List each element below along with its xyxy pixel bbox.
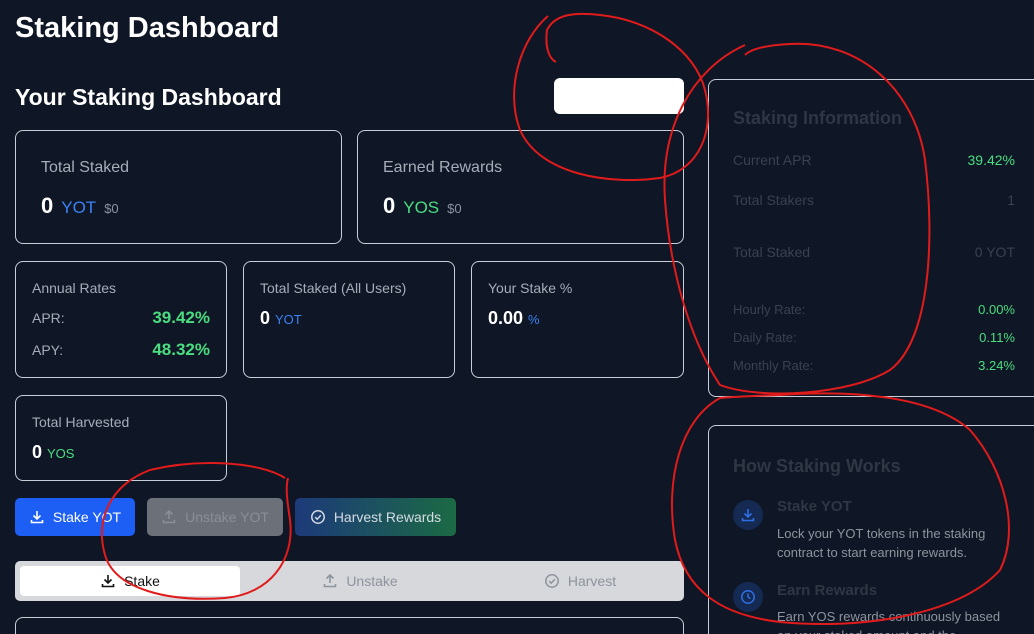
tab-content-panel — [15, 617, 684, 634]
staking-info-title: Staking Information — [733, 108, 903, 128]
total-staked-card: Total Staked 0 YOT $0 — [15, 130, 342, 244]
annual-rates-card: Annual Rates APR: 39.42% APY: 48.32% — [15, 261, 227, 378]
total-stakers-label: Total Stakers — [733, 192, 814, 208]
side-total-staked-value: 0 YOT — [974, 244, 1015, 260]
earned-rewards-label: Earned Rewards — [383, 159, 503, 176]
monthly-rate-row: Monthly Rate: 3.24% — [733, 358, 1015, 373]
current-apr-row: Current APR 39.42% — [733, 152, 1015, 168]
current-apr-label: Current APR — [733, 152, 812, 168]
your-stake-pct-unit: % — [528, 312, 540, 327]
total-stakers-row: Total Stakers 1 — [733, 192, 1015, 208]
unstake-yot-button[interactable]: Unstake YOT — [147, 498, 283, 536]
total-staked-all-card: Total Staked (All Users) 0 YOT — [243, 261, 455, 378]
tab-stake[interactable]: Stake — [20, 566, 240, 596]
stake-yot-button[interactable]: Stake YOT — [15, 498, 135, 536]
harvest-rewards-button[interactable]: Harvest Rewards — [295, 498, 456, 536]
total-harvested-value: 0 — [32, 442, 43, 462]
earned-rewards-value: 0 — [383, 193, 396, 218]
tab-unstake[interactable]: Unstake — [250, 566, 470, 596]
app-title: Staking Dashboard — [15, 12, 280, 44]
step-stake-icon-wrap — [733, 500, 763, 530]
total-stakers-value: 1 — [1007, 192, 1015, 208]
how-it-works-title: How Staking Works — [733, 456, 901, 476]
your-stake-pct-label: Your Stake % — [488, 280, 573, 296]
daily-rate-value: 0.11% — [979, 330, 1015, 345]
your-stake-pct-value: 0.00 — [488, 308, 524, 328]
upload-icon — [324, 573, 337, 588]
section-title: Your Staking Dashboard — [15, 84, 282, 110]
total-harvested-card: Total Harvested 0 YOS — [15, 395, 227, 481]
step-earn-icon-wrap — [733, 582, 763, 612]
monthly-rate-label: Monthly Rate: — [733, 358, 814, 373]
annual-rates-label: Annual Rates — [32, 280, 117, 296]
staking-info-card: Staking Information Current APR 39.42% T… — [708, 79, 1034, 397]
tab-harvest[interactable]: Harvest — [470, 566, 690, 596]
how-it-works-card: How Staking Works Stake YOT Lock your YO… — [708, 425, 1034, 634]
total-staked-all-value: 0 — [260, 308, 271, 328]
apy-label: APY: — [32, 342, 64, 358]
total-harvested-unit: YOS — [47, 446, 75, 461]
earned-rewards-unit: YOS — [403, 198, 440, 217]
harvest-rewards-label: Harvest Rewards — [333, 509, 442, 525]
step-earn-desc: Earn YOS rewards continuously based on y… — [777, 609, 1001, 634]
tab-unstake-label: Unstake — [346, 573, 398, 589]
earned-rewards-card: Earned Rewards 0 YOS $0 — [357, 130, 684, 244]
total-staked-usd: $0 — [104, 201, 119, 216]
step-stake-desc: Lock your YOT tokens in the staking cont… — [777, 526, 986, 560]
upload-icon — [162, 509, 176, 524]
apr-value: 39.42% — [152, 308, 210, 327]
total-harvested-label: Total Harvested — [32, 414, 130, 430]
unstake-yot-label: Unstake YOT — [185, 509, 269, 525]
apy-value: 48.32% — [152, 340, 210, 359]
total-staked-all-label: Total Staked (All Users) — [260, 280, 407, 296]
total-staked-label: Total Staked — [41, 159, 130, 176]
your-stake-pct-card: Your Stake % 0.00 % — [471, 261, 684, 378]
stake-yot-label: Stake YOT — [52, 509, 122, 525]
total-staked-all-unit: YOT — [275, 312, 302, 327]
download-icon — [30, 511, 44, 524]
daily-rate-label: Daily Rate: — [733, 330, 797, 345]
side-total-staked-label: Total Staked — [733, 244, 811, 260]
action-tabs: Stake Unstake Harvest — [15, 561, 684, 601]
total-staked-unit: YOT — [61, 198, 97, 217]
hourly-rate-row: Hourly Rate: 0.00% — [733, 302, 1015, 317]
tab-stake-label: Stake — [124, 573, 160, 589]
total-staked-row: Total Staked 0 YOT — [733, 244, 1015, 260]
blank-white-box[interactable] — [554, 78, 684, 114]
step-earn-title: Earn Rewards — [777, 582, 878, 599]
hourly-rate-value: 0.00% — [978, 302, 1015, 317]
monthly-rate-value: 3.24% — [978, 358, 1015, 373]
earned-rewards-usd: $0 — [447, 201, 462, 216]
tab-harvest-label: Harvest — [567, 573, 617, 589]
current-apr-value: 39.42% — [967, 152, 1015, 168]
apr-label: APR: — [32, 310, 65, 326]
hourly-rate-label: Hourly Rate: — [733, 302, 806, 317]
clock-icon — [741, 590, 755, 604]
check-circle-icon — [544, 574, 559, 588]
daily-rate-row: Daily Rate: 0.11% — [733, 330, 1015, 345]
download-icon — [101, 575, 115, 588]
download-icon — [741, 509, 755, 522]
step-stake-title: Stake YOT — [777, 498, 852, 515]
total-staked-value: 0 — [41, 193, 54, 218]
check-circle-icon — [310, 510, 325, 524]
